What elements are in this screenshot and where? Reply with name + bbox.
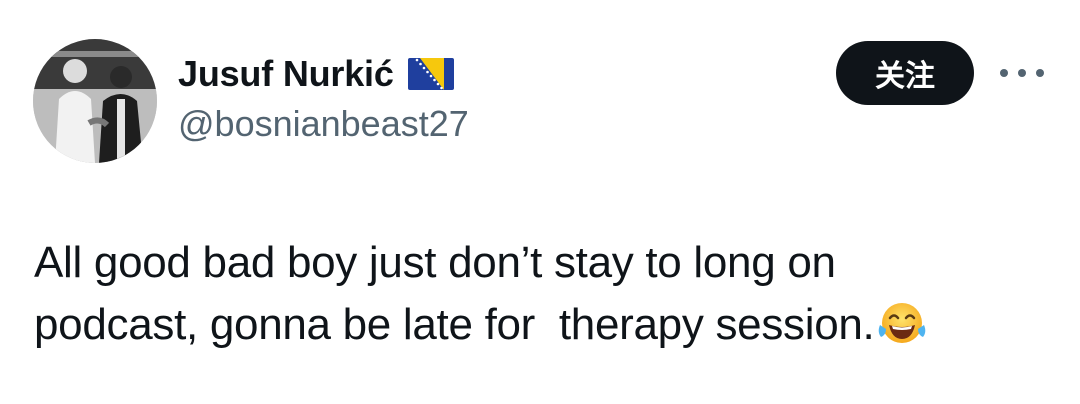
tweet-line-2-text: podcast, gonna be late for therapy sessi… (34, 300, 875, 349)
author-display-name[interactable]: Jusuf Nurkić (178, 53, 394, 95)
face-with-tears-of-joy-icon (879, 303, 926, 343)
tweet-text: All good bad boy just don’t stay to long… (34, 232, 1054, 356)
avatar-photo-icon (33, 39, 157, 163)
more-horizontal-icon (1000, 69, 1008, 77)
tweet-line-2: podcast, gonna be late for therapy sessi… (34, 294, 1054, 356)
author-handle[interactable]: @bosnianbeast27 (178, 103, 469, 145)
tweet-line-1: All good bad boy just don’t stay to long… (34, 238, 836, 287)
bosnia-flag-icon (407, 58, 454, 90)
follow-button[interactable]: 关注 (836, 41, 974, 105)
more-options-button[interactable] (1000, 58, 1044, 88)
author-name-row: Jusuf Nurkić (178, 52, 454, 96)
tweet-card: Jusuf Nurkić @bosnianbeast27 关注 All good… (0, 0, 1080, 404)
more-horizontal-icon-dot (1036, 69, 1044, 77)
avatar[interactable] (33, 39, 157, 163)
more-horizontal-icon-dot (1018, 69, 1026, 77)
follow-button-label: 关注 (875, 59, 935, 94)
